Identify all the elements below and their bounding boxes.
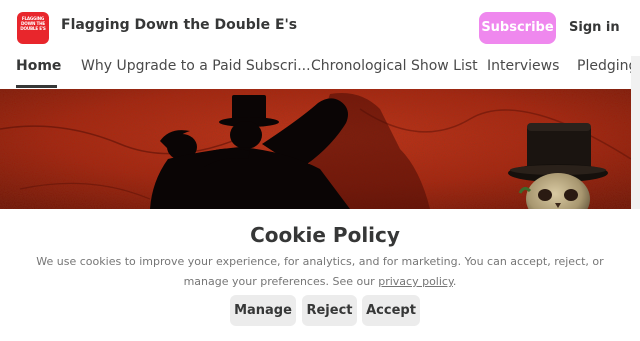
nav-item-interviews[interactable]: Interviews <box>487 58 559 74</box>
logo-wordmark: FLAGGING DOWN THE DOUBLE E'S <box>20 17 46 32</box>
sign-in-link[interactable]: Sign in <box>569 20 620 35</box>
manage-cookies-button[interactable]: Manage <box>230 295 296 326</box>
top-header: FLAGGING DOWN THE DOUBLE E'S Flagging Do… <box>0 0 640 56</box>
nav-item-home[interactable]: Home <box>16 58 61 74</box>
cookie-message-text: We use cookies to improve your experienc… <box>36 255 604 288</box>
reject-cookies-button[interactable]: Reject <box>302 295 357 326</box>
cookie-banner-message: We use cookies to improve your experienc… <box>14 252 626 292</box>
page: FLAGGING DOWN THE DOUBLE E'S Flagging Do… <box>0 0 640 341</box>
nav-item-pledging[interactable]: Pledging <box>577 58 631 74</box>
hero-image <box>0 89 631 209</box>
section-nav: Home Why Upgrade to a Paid Subscri... Ch… <box>0 56 631 89</box>
hero-artwork <box>0 89 631 209</box>
accept-cookies-button[interactable]: Accept <box>362 295 420 326</box>
cookie-banner-title: Cookie Policy <box>250 223 400 247</box>
active-tab-indicator <box>16 85 57 88</box>
cookie-banner: Cookie Policy We use cookies to improve … <box>0 209 640 341</box>
nav-item-chronological-show-list[interactable]: Chronological Show List <box>311 58 478 74</box>
publication-title[interactable]: Flagging Down the Double E's <box>61 17 297 33</box>
publication-logo[interactable]: FLAGGING DOWN THE DOUBLE E'S <box>17 12 49 44</box>
subscribe-button[interactable]: Subscribe <box>479 12 556 44</box>
privacy-policy-link[interactable]: privacy policy <box>378 275 453 288</box>
cookie-message-end: . <box>452 275 457 288</box>
nav-item-why-upgrade[interactable]: Why Upgrade to a Paid Subscri... <box>81 58 311 74</box>
